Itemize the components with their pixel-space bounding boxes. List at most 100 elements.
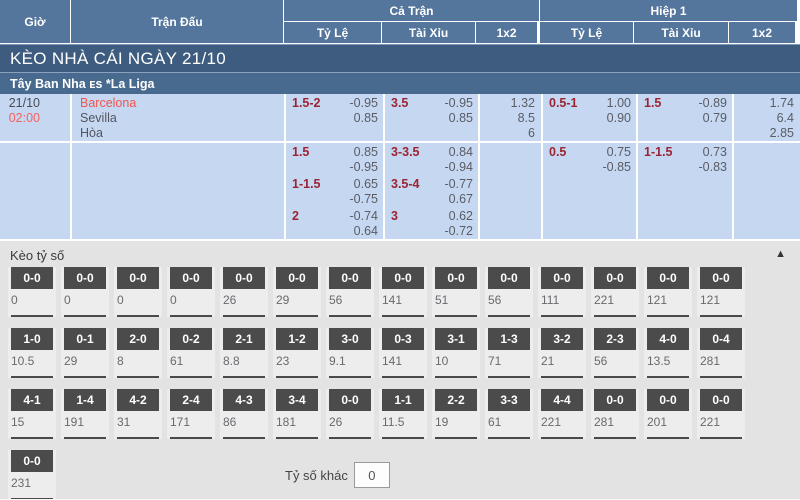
h1-overunder-cell[interactable] — [638, 207, 732, 239]
ft-1x2-cell[interactable] — [480, 175, 541, 207]
correct-score-section: Kèo tỷ số ▲ 0-000-000-000-000-0260-0290-… — [0, 241, 800, 500]
tile-underline — [11, 315, 53, 317]
score-tile[interactable]: 4-231 — [114, 389, 162, 439]
handicap-line: 0.5 — [549, 145, 566, 175]
score-tile[interactable]: 0-3141 — [379, 328, 427, 378]
score-tile[interactable]: 0-00 — [61, 267, 109, 317]
ft-1x2-cell[interactable] — [480, 143, 541, 175]
score-tile[interactable]: 3-09.1 — [326, 328, 374, 378]
score-tile[interactable]: 0-026 — [220, 267, 268, 317]
score-odds: 56 — [591, 350, 639, 376]
h1-1x2-cell[interactable] — [734, 207, 800, 239]
score-tile[interactable]: 0-026 — [326, 389, 374, 439]
h1-overunder-cell[interactable]: 1.5 -0.89 0.79 — [638, 94, 732, 141]
score-label: 0-2 — [170, 328, 212, 350]
score-tile[interactable]: 0-056 — [326, 267, 374, 317]
tile-underline — [223, 376, 265, 378]
score-tile[interactable]: 4-386 — [220, 389, 268, 439]
score-tile[interactable]: 0-0221 — [697, 389, 745, 439]
score-tile[interactable]: 4-013.5 — [644, 328, 692, 378]
ft-handicap-cell[interactable]: 2 -0.74 0.64 — [286, 207, 383, 239]
empty-match-cell — [72, 207, 284, 239]
score-odds: 0 — [114, 289, 162, 315]
score-tile[interactable]: 0-00 — [8, 267, 56, 317]
score-tile[interactable]: 3-4181 — [273, 389, 321, 439]
score-tile[interactable]: 0-4281 — [697, 328, 745, 378]
score-tile[interactable]: 3-221 — [538, 328, 586, 378]
score-tile[interactable]: 0-0281 — [591, 389, 639, 439]
handicap-line: 1.5 — [292, 145, 309, 175]
score-tile[interactable]: 0-056 — [485, 267, 533, 317]
score-tile[interactable]: 0-051 — [432, 267, 480, 317]
draw-label: Hòa — [80, 126, 284, 141]
score-odds: 29 — [61, 350, 109, 376]
score-tile[interactable]: 4-4221 — [538, 389, 586, 439]
score-tile[interactable]: 2-4171 — [167, 389, 215, 439]
ft-overunder-cell[interactable]: 3.5 -0.95 0.85 — [385, 94, 478, 141]
ft-handicap-cell[interactable]: 1.5-2 -0.95 0.85 — [286, 94, 383, 141]
h1-handicap-cell[interactable]: 0.5 0.75 -0.85 — [543, 143, 636, 175]
ft-overunder-cell[interactable]: 3.5-4 -0.77 0.67 — [385, 175, 478, 207]
score-tile[interactable]: 0-0 231 — [8, 450, 56, 500]
ft-1x2-cell[interactable]: 1.32 8.5 6 — [480, 94, 541, 141]
score-row: 1-010.50-1292-080-2612-18.81-2233-09.10-… — [8, 328, 800, 378]
ft-1x2-cell[interactable] — [480, 207, 541, 239]
score-tile[interactable]: 0-0201 — [644, 389, 692, 439]
h1-handicap-cell[interactable]: 0.5-1 1.00 0.90 — [543, 94, 636, 141]
score-tile[interactable]: 0-00 — [114, 267, 162, 317]
h1-1x2-cell[interactable]: 1.74 6.4 2.85 — [734, 94, 800, 141]
score-tile[interactable]: 0-0111 — [538, 267, 586, 317]
score-odds: 171 — [167, 411, 215, 437]
score-odds: 0 — [8, 289, 56, 315]
score-tile[interactable]: 3-361 — [485, 389, 533, 439]
league-bar[interactable]: Tây Ban Nha ᴇs *La Liga — [0, 72, 800, 94]
ft-handicap-cell[interactable]: 1.5 0.85 -0.95 — [286, 143, 383, 175]
score-label: 2-3 — [594, 328, 636, 350]
h1-1x2-cell[interactable] — [734, 175, 800, 207]
h1-handicap-cell[interactable] — [543, 207, 636, 239]
score-label: 0-0 — [647, 389, 689, 411]
ft-handicap-cell[interactable]: 1-1.5 0.65 -0.75 — [286, 175, 383, 207]
ft-overunder-cell[interactable]: 3-3.5 0.84 -0.94 — [385, 143, 478, 175]
score-tile[interactable]: 3-110 — [432, 328, 480, 378]
score-tile[interactable]: 0-0221 — [591, 267, 639, 317]
other-score-input[interactable]: 0 — [354, 462, 390, 488]
score-tile[interactable]: 0-00 — [167, 267, 215, 317]
score-tile[interactable]: 2-356 — [591, 328, 639, 378]
score-tile[interactable]: 0-0121 — [697, 267, 745, 317]
score-tile[interactable]: 4-115 — [8, 389, 56, 439]
score-tile[interactable]: 1-010.5 — [8, 328, 56, 378]
tile-underline — [117, 437, 159, 439]
score-tile[interactable]: 0-261 — [167, 328, 215, 378]
score-label: 0-0 — [64, 267, 106, 289]
h1-handicap-cell[interactable] — [543, 175, 636, 207]
score-tile[interactable]: 2-219 — [432, 389, 480, 439]
score-tile[interactable]: 1-371 — [485, 328, 533, 378]
score-label: 0-0 — [541, 267, 583, 289]
ft-overunder-cell[interactable]: 3 0.62 -0.72 — [385, 207, 478, 239]
score-label: 0-0 — [276, 267, 318, 289]
score-tile[interactable]: 0-0141 — [379, 267, 427, 317]
score-row: 0-000-000-000-000-0260-0290-0560-01410-0… — [8, 267, 800, 317]
tile-underline — [700, 376, 742, 378]
collapse-arrow-icon[interactable]: ▲ — [775, 248, 786, 260]
tile-underline — [117, 315, 159, 317]
h1-overunder-cell[interactable]: 1-1.5 0.73 -0.83 — [638, 143, 732, 175]
score-tile[interactable]: 0-0121 — [644, 267, 692, 317]
score-tile[interactable]: 0-129 — [61, 328, 109, 378]
score-tile[interactable]: 2-08 — [114, 328, 162, 378]
date-banner-title: KÈO NHÀ CÁI NGÀY 21/10 — [10, 49, 226, 69]
h1-1x2-cell[interactable] — [734, 143, 800, 175]
score-tile[interactable]: 1-4191 — [61, 389, 109, 439]
score-odds: 221 — [697, 411, 745, 437]
score-odds: 21 — [538, 350, 586, 376]
score-tile[interactable]: 1-223 — [273, 328, 321, 378]
score-tile[interactable]: 2-18.8 — [220, 328, 268, 378]
score-label: 2-1 — [223, 328, 265, 350]
score-tile[interactable]: 1-111.5 — [379, 389, 427, 439]
score-tile[interactable]: 0-029 — [273, 267, 321, 317]
h1-overunder-cell[interactable] — [638, 175, 732, 207]
tile-underline — [488, 437, 530, 439]
match-time-cell: 21/10 02:00 — [0, 94, 70, 141]
overunder-odds: 0.62 -0.72 — [445, 209, 474, 239]
